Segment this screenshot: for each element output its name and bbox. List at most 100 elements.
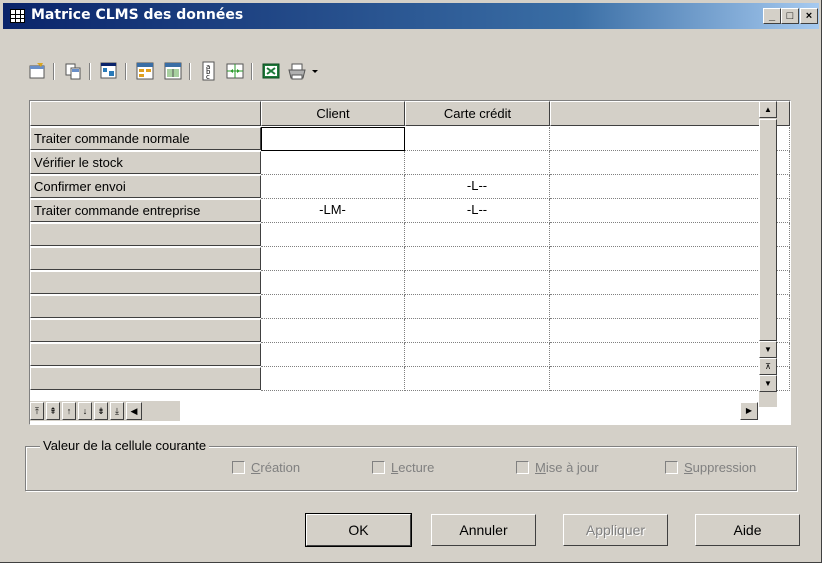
- row-header[interactable]: Vérifier le stock: [30, 151, 261, 174]
- matrix-cell[interactable]: [405, 319, 550, 343]
- matrix-cell[interactable]: [550, 319, 790, 343]
- row-header[interactable]: [30, 319, 261, 342]
- checkbox-box[interactable]: [665, 461, 678, 474]
- matrix-cell[interactable]: [261, 319, 405, 343]
- matrix-cell[interactable]: [550, 175, 790, 199]
- cancel-button[interactable]: Annuler: [431, 514, 536, 546]
- vertical-scrollbar[interactable]: ▲ ▼ ⊼ ▼: [759, 101, 777, 407]
- row-header[interactable]: [30, 343, 261, 366]
- matrix-cell[interactable]: [405, 271, 550, 295]
- move-page-down-button[interactable]: ⇟: [94, 402, 108, 420]
- matrix-cell[interactable]: -L--: [405, 175, 550, 199]
- matrix-cell[interactable]: [261, 175, 405, 199]
- matrix-icon[interactable]: [162, 60, 184, 82]
- excel-icon[interactable]: [260, 60, 282, 82]
- toolbar-separator: [89, 63, 91, 80]
- matrix-dialog: Matrice CLMS des données _ □ × abc Clien…: [0, 0, 822, 563]
- print-icon[interactable]: [286, 60, 308, 82]
- row-header[interactable]: [30, 271, 261, 294]
- matrix-cell[interactable]: [261, 271, 405, 295]
- matrix-cell[interactable]: [405, 343, 550, 367]
- matrix-cell[interactable]: [550, 295, 790, 319]
- matrix-cell[interactable]: [405, 247, 550, 271]
- current-cell-group-title: Valeur de la cellule courante: [40, 438, 210, 453]
- row-header[interactable]: Traiter commande entreprise: [30, 199, 261, 222]
- horizontal-scroll-track[interactable]: [180, 402, 735, 420]
- column-header[interactable]: Client: [261, 101, 405, 126]
- ok-button[interactable]: OK: [305, 513, 412, 547]
- matrix-cell[interactable]: [405, 295, 550, 319]
- matrix-cell[interactable]: [261, 367, 405, 391]
- help-button[interactable]: Aide: [695, 514, 800, 546]
- maximize-button[interactable]: □: [781, 8, 799, 24]
- scroll-page-down-button[interactable]: ▼: [759, 375, 777, 392]
- mise-a-jour-checkbox[interactable]: Mise à jour: [516, 460, 599, 475]
- row-header[interactable]: Confirmer envoi: [30, 175, 261, 198]
- find-icon[interactable]: [98, 60, 120, 82]
- add-columns-icon[interactable]: [134, 60, 156, 82]
- move-page-up-button[interactable]: ⇞: [46, 402, 60, 420]
- lecture-checkbox[interactable]: Lecture: [372, 460, 434, 475]
- svg-text:c: c: [206, 73, 210, 81]
- matrix-cell[interactable]: [261, 343, 405, 367]
- scroll-up-button[interactable]: ▲: [759, 101, 777, 118]
- minimize-button[interactable]: _: [763, 8, 781, 24]
- matrix-cell[interactable]: [550, 127, 790, 151]
- matrix-cell[interactable]: -L--: [405, 199, 550, 223]
- checkbox-box[interactable]: [372, 461, 385, 474]
- corner-header: [30, 101, 261, 126]
- matrix-cell[interactable]: [550, 343, 790, 367]
- matrix-cell[interactable]: [405, 151, 550, 175]
- matrix-cell[interactable]: [405, 367, 550, 391]
- matrix-cell[interactable]: [550, 199, 790, 223]
- matrix-cell[interactable]: [261, 295, 405, 319]
- suppression-checkbox[interactable]: Suppression: [665, 460, 756, 475]
- toolbar-separator: [251, 63, 253, 80]
- move-up-button[interactable]: ↑: [62, 402, 76, 420]
- matrix-cell[interactable]: [550, 271, 790, 295]
- matrix-cell[interactable]: [261, 151, 405, 175]
- column-header[interactable]: [550, 101, 790, 126]
- creation-checkbox[interactable]: Création: [232, 460, 300, 475]
- horizontal-scrollbar[interactable]: ▶: [180, 401, 758, 421]
- matrix-cell[interactable]: [550, 151, 790, 175]
- row-header[interactable]: Traiter commande normale: [30, 127, 261, 150]
- move-bottom-button[interactable]: ⤓: [110, 402, 124, 420]
- title-bar[interactable]: Matrice CLMS des données _ □ ×: [3, 3, 819, 29]
- matrix-cell[interactable]: [550, 247, 790, 271]
- toolbar-separator: [53, 63, 55, 80]
- matrix-cell[interactable]: [550, 367, 790, 391]
- grid-icon[interactable]: [224, 60, 246, 82]
- matrix-cell[interactable]: -LM-: [261, 199, 405, 223]
- matrix-cell[interactable]: [261, 223, 405, 247]
- apply-button[interactable]: Appliquer: [563, 514, 668, 546]
- close-button[interactable]: ×: [800, 8, 818, 24]
- text-orientation-icon[interactable]: abc: [198, 60, 220, 82]
- scroll-down-button[interactable]: ▼: [759, 341, 777, 358]
- matrix-cell[interactable]: [550, 223, 790, 247]
- checkbox-box[interactable]: [232, 461, 245, 474]
- matrix-window-icon: [10, 9, 25, 23]
- matrix-cell[interactable]: [261, 247, 405, 271]
- column-header[interactable]: Carte crédit: [405, 101, 550, 126]
- row-header[interactable]: [30, 295, 261, 318]
- move-down-button[interactable]: ↓: [78, 402, 92, 420]
- scroll-page-up-button[interactable]: ⊼: [759, 358, 777, 375]
- row-header[interactable]: [30, 367, 261, 390]
- row-header[interactable]: [30, 223, 261, 246]
- copy-icon[interactable]: [62, 60, 84, 82]
- matrix-grid: Client Carte crédit Traiter commande nor…: [29, 100, 791, 425]
- scroll-right-button[interactable]: ▶: [740, 402, 758, 420]
- matrix-cell[interactable]: [405, 127, 550, 151]
- scroll-left-button[interactable]: ◀: [126, 402, 142, 420]
- toolbar-separator: [189, 63, 191, 80]
- dropdown-arrow-icon[interactable]: [309, 60, 321, 82]
- properties-icon[interactable]: [26, 60, 48, 82]
- scroll-thumb[interactable]: [759, 119, 777, 341]
- move-top-button[interactable]: ⤒: [30, 402, 44, 420]
- row-header[interactable]: [30, 247, 261, 270]
- toolbar: abc: [26, 60, 446, 84]
- matrix-cell[interactable]: [405, 223, 550, 247]
- checkbox-box[interactable]: [516, 461, 529, 474]
- matrix-cell[interactable]: [261, 127, 405, 151]
